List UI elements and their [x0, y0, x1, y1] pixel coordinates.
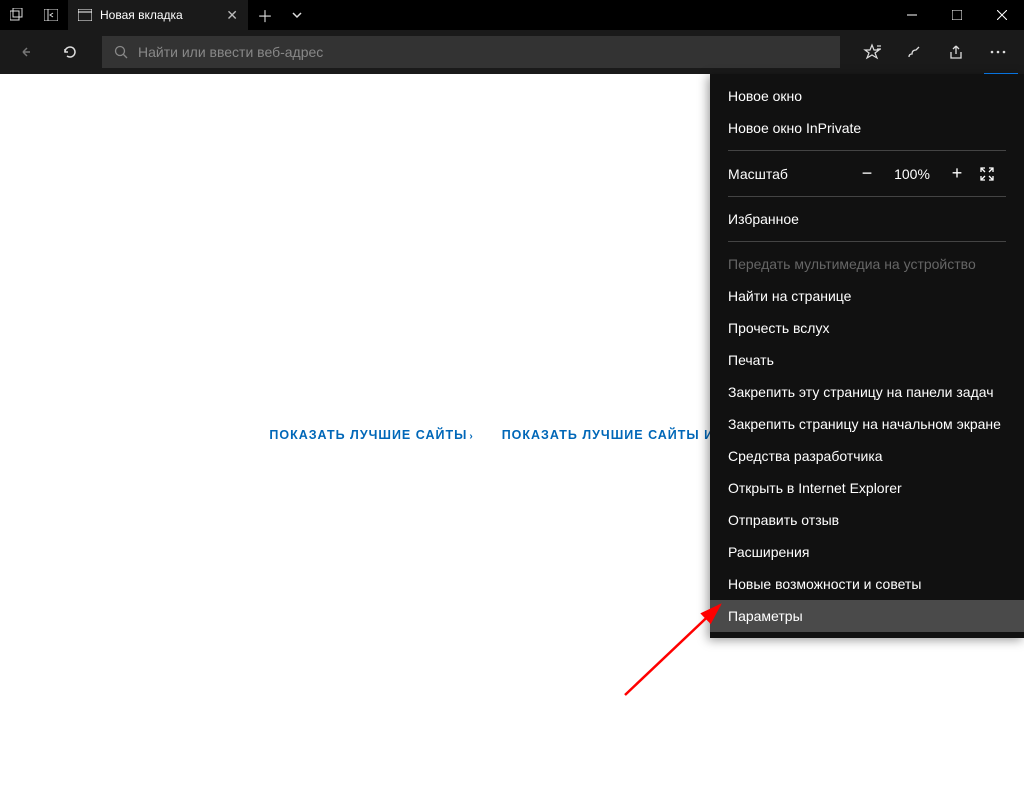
minimize-button[interactable]: [889, 0, 934, 30]
menu-feedback[interactable]: Отправить отзыв: [710, 504, 1024, 536]
maximize-button[interactable]: [934, 0, 979, 30]
address-placeholder: Найти или ввести веб-адрес: [138, 44, 323, 60]
menu-find[interactable]: Найти на странице: [710, 280, 1024, 312]
address-bar[interactable]: Найти или ввести веб-адрес: [102, 36, 840, 68]
set-aside-icon[interactable]: [34, 0, 68, 30]
toolbar: Найти или ввести веб-адрес: [0, 30, 1024, 74]
tab-close-icon[interactable]: ✕: [226, 7, 238, 24]
show-top-sites-link[interactable]: ПОКАЗАТЬ ЛУЧШИЕ САЙТЫ›: [269, 428, 473, 442]
zoom-in-button[interactable]: +: [944, 163, 970, 184]
favorite-icon[interactable]: [852, 32, 892, 72]
tab-icon: [78, 9, 92, 21]
zoom-value: 100%: [890, 166, 934, 182]
toolbar-right: [852, 32, 1018, 72]
search-icon: [114, 45, 128, 59]
menu-new-window[interactable]: Новое окно: [710, 80, 1024, 112]
tabs-chevron-icon[interactable]: [282, 0, 312, 30]
menu-whats-new[interactable]: Новые возможности и советы: [710, 568, 1024, 600]
menu-separator: [728, 241, 1006, 242]
titlebar: Новая вкладка ✕ ＋: [0, 0, 1024, 30]
menu-dev-tools[interactable]: Средства разработчика: [710, 440, 1024, 472]
menu-separator: [728, 150, 1006, 151]
tab-title: Новая вкладка: [100, 8, 218, 22]
menu-cast: Передать мультимедиа на устройство: [710, 248, 1024, 280]
zoom-label: Масштаб: [728, 166, 844, 182]
refresh-button[interactable]: [50, 32, 90, 72]
menu-separator: [728, 196, 1006, 197]
chevron-right-icon: ›: [469, 431, 473, 442]
titlebar-left: Новая вкладка ✕ ＋: [0, 0, 312, 30]
fullscreen-icon[interactable]: [980, 167, 1006, 181]
menu-pin-taskbar[interactable]: Закрепить эту страницу на панели задач: [710, 376, 1024, 408]
link1-text: ПОКАЗАТЬ ЛУЧШИЕ САЙТЫ: [269, 428, 467, 442]
start-links: ПОКАЗАТЬ ЛУЧШИЕ САЙТЫ› ПОКАЗАТЬ ЛУЧШИЕ С…: [269, 428, 754, 442]
menu-pin-start[interactable]: Закрепить страницу на начальном экране: [710, 408, 1024, 440]
tab-preview-icon[interactable]: [0, 0, 34, 30]
more-menu: Новое окно Новое окно InPrivate Масштаб …: [710, 74, 1024, 638]
browser-tab[interactable]: Новая вкладка ✕: [68, 0, 248, 30]
share-icon[interactable]: [936, 32, 976, 72]
close-button[interactable]: [979, 0, 1024, 30]
menu-favorites[interactable]: Избранное: [710, 203, 1024, 235]
menu-inprivate[interactable]: Новое окно InPrivate: [710, 112, 1024, 144]
more-button[interactable]: [978, 32, 1018, 72]
new-tab-button[interactable]: ＋: [248, 0, 282, 30]
notes-icon[interactable]: [894, 32, 934, 72]
menu-settings[interactable]: Параметры: [710, 600, 1024, 632]
menu-zoom: Масштаб − 100% +: [710, 157, 1024, 190]
menu-read-aloud[interactable]: Прочесть вслух: [710, 312, 1024, 344]
menu-extensions[interactable]: Расширения: [710, 536, 1024, 568]
back-button[interactable]: [6, 32, 46, 72]
menu-open-ie[interactable]: Открыть в Internet Explorer: [710, 472, 1024, 504]
zoom-out-button[interactable]: −: [854, 163, 880, 184]
window-controls: [889, 0, 1024, 30]
menu-print[interactable]: Печать: [710, 344, 1024, 376]
